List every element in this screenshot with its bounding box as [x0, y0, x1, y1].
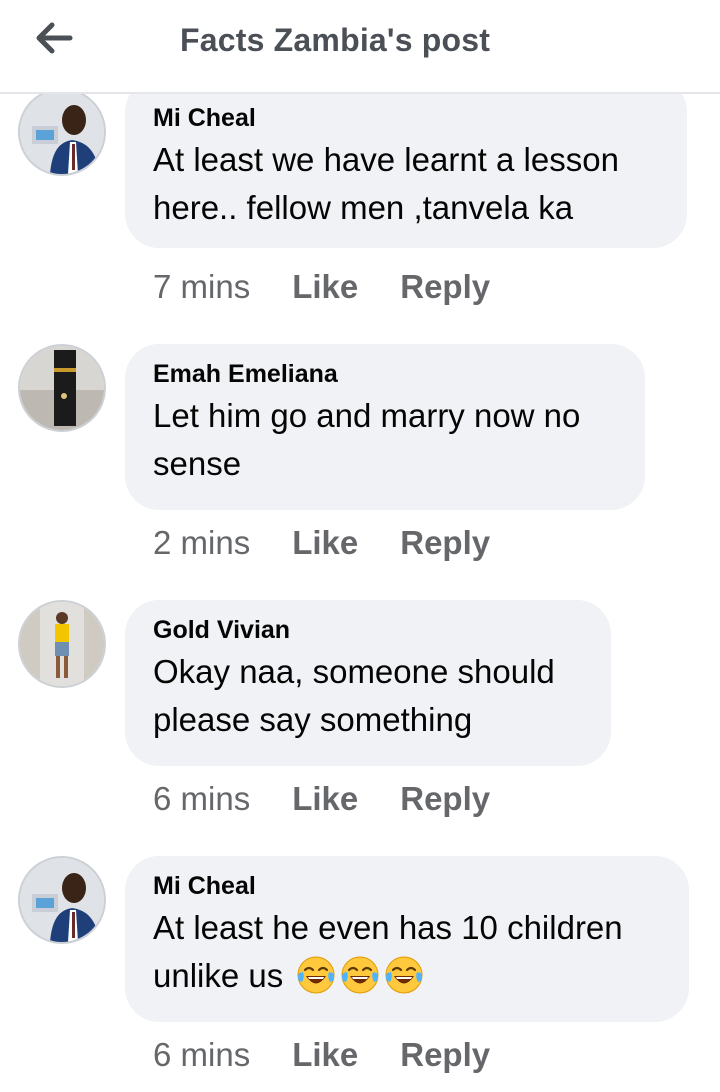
avatar[interactable] [18, 856, 106, 944]
comment-author[interactable]: Mi Cheal [153, 870, 661, 902]
arrow-left-icon [36, 22, 73, 54]
avatar[interactable] [18, 94, 106, 176]
comment-text-line-wrap: unlike us [153, 952, 661, 1000]
comment: Mi Cheal At least we have learnt a lesso… [0, 94, 720, 344]
comment: Gold Vivian Okay naa, someone should ple… [0, 600, 720, 856]
page-title: Facts Zambia's post [180, 22, 491, 58]
like-button[interactable]: Like [292, 1036, 358, 1074]
reply-button[interactable]: Reply [400, 780, 490, 818]
comment: Emah Emeliana Let him go and marry now n… [0, 344, 720, 600]
comment-text-line: unlike us [153, 957, 284, 994]
comment-actions: 6 mins Like Reply [153, 1036, 490, 1074]
comments-feed[interactable]: Mi Cheal At least we have learnt a lesso… [0, 94, 720, 1092]
like-button[interactable]: Like [292, 780, 358, 818]
comment-text-line: here.. fellow men ,tanvela ka [153, 189, 574, 226]
comment-bubble[interactable]: Mi Cheal At least we have learnt a lesso… [125, 94, 687, 248]
comment-text-line: Let him go and marry now no [153, 397, 581, 434]
reply-button[interactable]: Reply [400, 1036, 490, 1074]
comment-time: 7 mins [153, 268, 251, 305]
comment-time: 2 mins [153, 524, 251, 561]
like-button[interactable]: Like [292, 268, 358, 306]
emoji-row [296, 955, 424, 995]
comment: Mi Cheal At least he even has 10 childre… [0, 856, 720, 1092]
back-button[interactable] [30, 18, 78, 58]
profile-photo-icon [20, 346, 104, 430]
profile-photo-icon [20, 858, 104, 942]
comment-author[interactable]: Emah Emeliana [153, 358, 617, 390]
comment-text-line: At least he even has 10 children [153, 909, 623, 946]
tears-of-joy-emoji-icon [341, 956, 379, 994]
tears-of-joy-emoji-icon [385, 956, 423, 994]
comment-bubble[interactable]: Mi Cheal At least he even has 10 childre… [125, 856, 689, 1022]
top-bar: Facts Zambia's post [0, 0, 720, 94]
comment-text-line: please say something [153, 701, 473, 738]
comment-time: 6 mins [153, 1036, 251, 1073]
like-button[interactable]: Like [292, 524, 358, 562]
reply-button[interactable]: Reply [400, 524, 490, 562]
comment-bubble[interactable]: Gold Vivian Okay naa, someone should ple… [125, 600, 611, 766]
comment-bubble[interactable]: Emah Emeliana Let him go and marry now n… [125, 344, 645, 510]
comment-actions: 2 mins Like Reply [153, 524, 490, 562]
comment-actions: 7 mins Like Reply [153, 268, 490, 306]
profile-photo-icon [20, 602, 104, 686]
tears-of-joy-emoji-icon [297, 956, 335, 994]
comment-author[interactable]: Gold Vivian [153, 614, 583, 646]
avatar[interactable] [18, 344, 106, 432]
comment-actions: 6 mins Like Reply [153, 780, 490, 818]
comment-time: 6 mins [153, 780, 251, 817]
reply-button[interactable]: Reply [400, 268, 490, 306]
avatar[interactable] [18, 600, 106, 688]
comment-text-line: At least we have learnt a lesson [153, 141, 619, 178]
comment-text-line: sense [153, 445, 242, 482]
comment-author[interactable]: Mi Cheal [153, 102, 659, 134]
profile-photo-icon [20, 94, 104, 174]
comment-text-line: Okay naa, someone should [153, 653, 555, 690]
